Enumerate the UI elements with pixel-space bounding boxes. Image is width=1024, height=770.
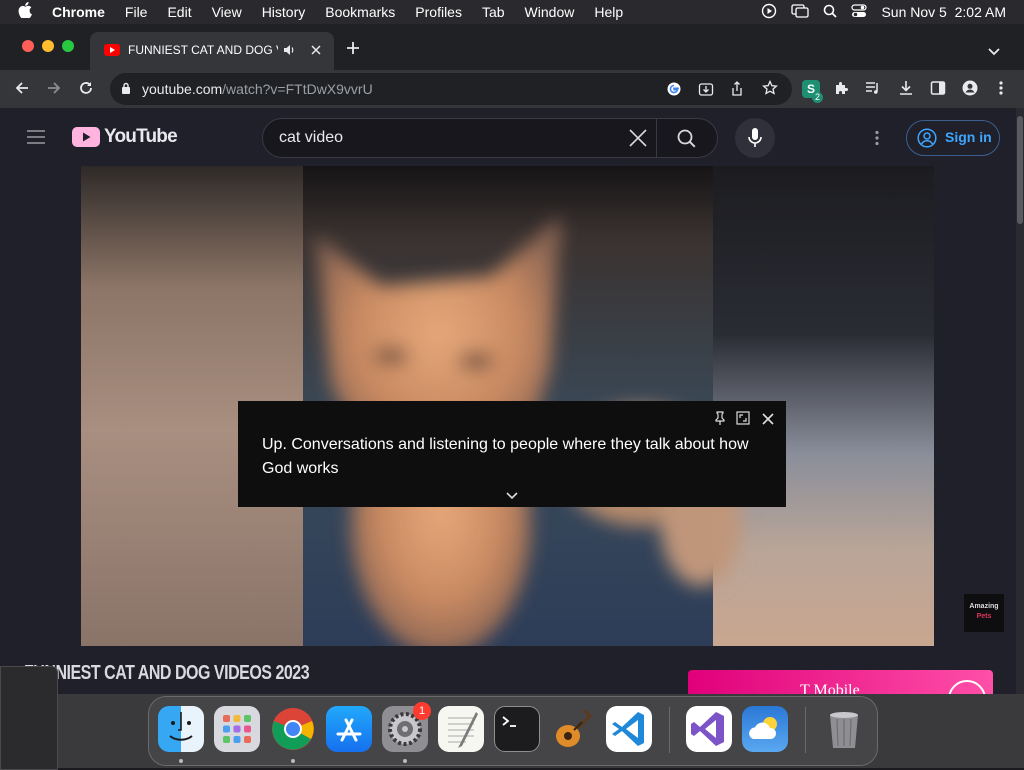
extension-badge: 2: [812, 92, 824, 103]
scrollbar-thumb[interactable]: [1017, 116, 1023, 224]
back-button[interactable]: [14, 80, 30, 101]
sign-in-button[interactable]: Sign in: [906, 120, 1000, 156]
google-lens-icon[interactable]: [666, 81, 682, 102]
media-controls-icon[interactable]: [865, 80, 881, 101]
share-icon[interactable]: [730, 81, 744, 102]
menu-tab[interactable]: Tab: [472, 4, 515, 20]
profile-avatar-icon[interactable]: [962, 80, 978, 101]
spotlight-search-icon[interactable]: [823, 4, 838, 21]
dock-finder-icon[interactable]: [158, 706, 204, 752]
tab-search-chevron-icon[interactable]: [988, 43, 1000, 61]
side-panel-icon[interactable]: [930, 80, 946, 101]
apple-menu-icon[interactable]: [0, 2, 42, 22]
tab-title: FUNNIEST CAT AND DOG VIDEOS 2023: [128, 43, 278, 57]
window-close-button[interactable]: [22, 40, 34, 52]
background-window-left: [0, 666, 58, 770]
sign-in-label: Sign in: [945, 129, 992, 145]
youtube-logo[interactable]: YouTube: [72, 126, 178, 148]
address-bar[interactable]: youtube.com/watch?v=FTtDwX9vvrU: [110, 73, 792, 105]
search-divider: [656, 119, 657, 157]
dock-trash-icon[interactable]: [821, 706, 867, 752]
address-url[interactable]: youtube.com/watch?v=FTtDwX9vvrU: [142, 81, 373, 97]
captions-expand-chevron-icon[interactable]: [506, 487, 518, 505]
watermark-line-1: Amazing: [969, 603, 999, 610]
captions-text: Up. Conversations and listening to peopl…: [262, 436, 749, 477]
channel-watermark-box[interactable]: Amazing Pets: [964, 594, 1004, 632]
menu-window[interactable]: Window: [515, 4, 585, 20]
extensions-puzzle-icon[interactable]: [834, 80, 850, 101]
url-host: youtube.com: [142, 81, 223, 97]
youtube-header: YouTube Sign in: [0, 108, 1016, 166]
dock-visual-studio-icon[interactable]: [686, 706, 732, 752]
live-captions-panel: Up. Conversations and listening to peopl…: [238, 401, 786, 507]
dock-launchpad-icon[interactable]: [214, 706, 260, 752]
expand-icon[interactable]: [736, 411, 750, 430]
youtube-play-icon: [72, 127, 100, 147]
youtube-logo-text: YouTube: [104, 126, 178, 147]
dock-terminal-icon[interactable]: [494, 706, 540, 752]
search-input[interactable]: [277, 127, 621, 149]
menu-bookmarks[interactable]: Bookmarks: [315, 4, 405, 20]
site-info-lock-icon[interactable]: [121, 82, 131, 100]
voice-search-button[interactable]: [735, 118, 775, 158]
tab-audio-icon[interactable]: [282, 43, 296, 62]
tab-close-icon[interactable]: [310, 43, 322, 61]
page-scrollbar[interactable]: [1016, 108, 1024, 698]
play-circle-icon[interactable]: [761, 3, 777, 22]
screen-mirroring-icon[interactable]: [791, 3, 810, 22]
guide-menu-icon[interactable]: [26, 129, 46, 150]
dock-garageband-icon[interactable]: [550, 706, 596, 752]
macos-menu-bar: Chrome File Edit View History Bookmarks …: [0, 0, 1024, 24]
dock-app-store-icon[interactable]: [326, 706, 372, 752]
browser-tab-active[interactable]: FUNNIEST CAT AND DOG VIDEOS 2023: [90, 32, 334, 70]
microphone-icon: [748, 128, 762, 147]
dock-divider: [669, 707, 670, 753]
browser-toolbar: youtube.com/watch?v=FTtDwX9vvrU S 2: [0, 70, 1024, 108]
macos-dock: 1: [148, 696, 878, 766]
window-minimize-button[interactable]: [42, 40, 54, 52]
search-button[interactable]: [677, 129, 696, 153]
forward-button[interactable]: [46, 80, 62, 101]
menu-clock[interactable]: Sun Nov 5 2:02 AM: [881, 4, 1006, 20]
settings-more-icon[interactable]: [874, 130, 880, 151]
menu-edit[interactable]: Edit: [157, 4, 201, 20]
chrome-menu-icon[interactable]: [998, 80, 1004, 101]
account-circle-icon: [917, 128, 937, 148]
dock-vscode-icon[interactable]: [606, 706, 652, 752]
downloads-icon[interactable]: [898, 80, 914, 101]
captions-close-icon[interactable]: [762, 412, 774, 430]
dock-running-indicator: [403, 759, 407, 763]
url-path: /watch?v=FTtDwX9vvrU: [222, 81, 373, 97]
menu-help[interactable]: Help: [584, 4, 633, 20]
browser-tab-strip: FUNNIEST CAT AND DOG VIDEOS 2023: [0, 24, 1024, 70]
dock-weather-icon[interactable]: [742, 706, 788, 752]
install-app-icon[interactable]: [698, 81, 714, 102]
dock-chrome-icon[interactable]: [270, 706, 316, 752]
dock-running-indicator: [179, 759, 183, 763]
menu-profiles[interactable]: Profiles: [405, 4, 472, 20]
dock-divider: [805, 707, 806, 753]
video-title: FUNNIEST CAT AND DOG VIDEOS 2023: [24, 662, 310, 684]
dock-settings-badge: 1: [413, 702, 431, 720]
window-zoom-button[interactable]: [62, 40, 74, 52]
menu-view[interactable]: View: [202, 4, 252, 20]
menu-file[interactable]: File: [115, 4, 158, 20]
dock-running-indicator: [291, 759, 295, 763]
watermark-line-2: Pets: [976, 613, 992, 620]
dock-textedit-icon[interactable]: [438, 706, 484, 752]
new-tab-button[interactable]: [346, 41, 360, 60]
control-center-icon[interactable]: [851, 3, 868, 21]
clear-search-icon[interactable]: [629, 129, 647, 152]
search-box[interactable]: [262, 118, 718, 158]
menu-history[interactable]: History: [252, 4, 316, 20]
bookmark-star-icon[interactable]: [762, 79, 778, 101]
reload-button[interactable]: [78, 80, 94, 101]
youtube-favicon-icon: [104, 44, 120, 56]
menu-app-name[interactable]: Chrome: [42, 4, 115, 20]
pin-icon[interactable]: [714, 411, 726, 430]
